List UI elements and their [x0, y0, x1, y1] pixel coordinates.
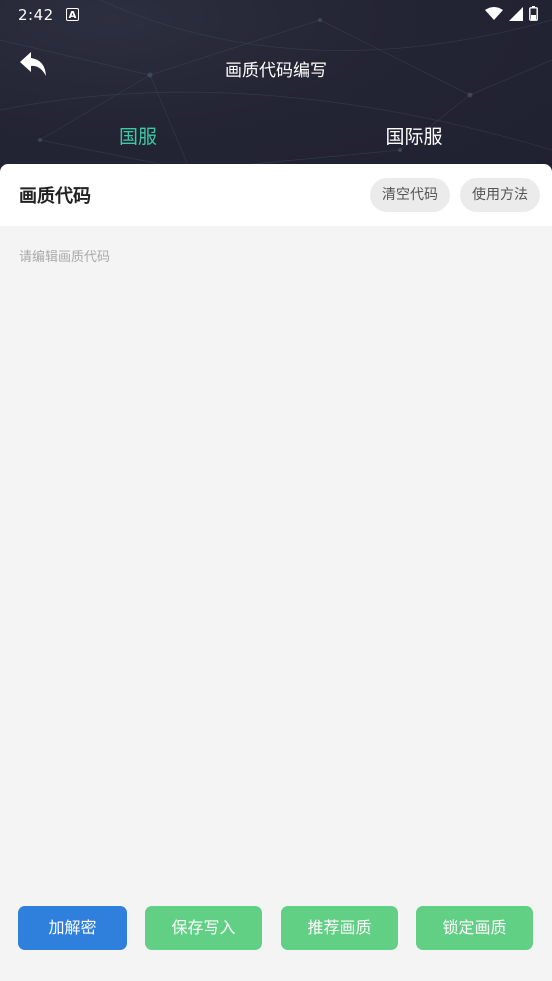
- server-tabs: 国服 国际服: [0, 112, 552, 156]
- tab-cn-server[interactable]: 国服: [0, 122, 276, 149]
- action-bar: 加解密 保存写入 推荐画质 锁定画质: [0, 906, 552, 952]
- save-write-button[interactable]: 保存写入: [145, 906, 262, 950]
- card-title: 画质代码: [19, 186, 91, 207]
- page-title: 画质代码编写: [225, 61, 327, 81]
- app-bar: 画质代码编写: [0, 38, 552, 98]
- a-icon: A: [66, 8, 79, 21]
- wifi-icon: [485, 6, 503, 20]
- decrypt-button[interactable]: 加解密: [18, 906, 127, 950]
- clear-code-button[interactable]: 清空代码: [370, 178, 450, 212]
- tab-intl-server[interactable]: 国际服: [276, 122, 552, 149]
- signal-icon: [509, 6, 523, 21]
- status-bar: 2:42 A: [0, 0, 552, 30]
- recommend-quality-button[interactable]: 推荐画质: [281, 906, 398, 950]
- status-icons: [485, 6, 538, 21]
- code-editor-input[interactable]: [0, 226, 552, 886]
- lock-quality-button[interactable]: 锁定画质: [416, 906, 533, 950]
- status-time: 2:42: [18, 6, 54, 24]
- usage-guide-button[interactable]: 使用方法: [460, 178, 540, 212]
- battery-icon: [529, 6, 538, 21]
- code-card-header: 画质代码 清空代码 使用方法: [0, 164, 552, 226]
